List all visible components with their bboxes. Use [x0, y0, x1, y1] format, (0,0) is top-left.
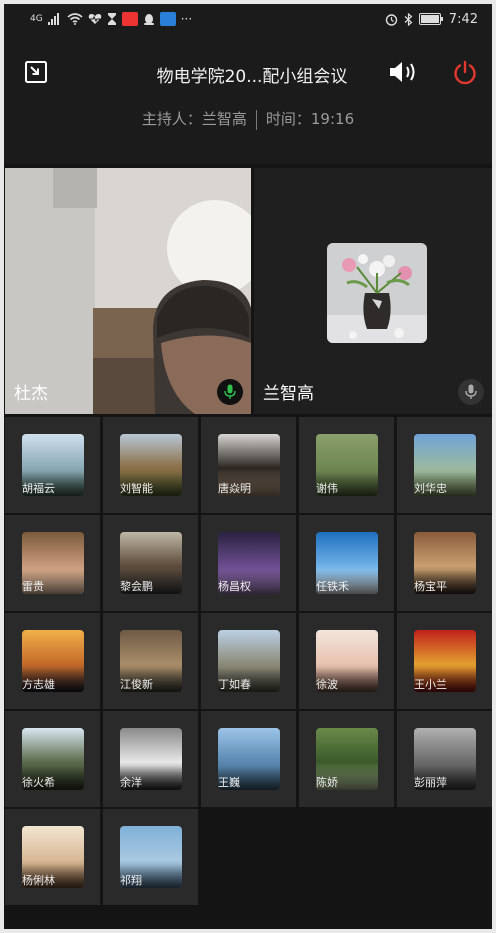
camera-feed: [5, 168, 251, 414]
participant-name: 刘智能: [120, 482, 153, 495]
participant-name: 徐火希: [22, 776, 55, 789]
participant-tile[interactable]: 刘智能: [103, 417, 198, 513]
participant-name: 兰智高: [263, 384, 314, 404]
main-video-area: 杜杰 兰智高: [4, 168, 492, 414]
video-tile-dujie[interactable]: 杜杰: [5, 168, 251, 414]
toutiao-app-icon: [121, 12, 138, 26]
participant-name: 杨昌权: [218, 580, 251, 593]
signal-icon: [47, 13, 59, 25]
bluetooth-icon: [404, 12, 413, 26]
participant-grid: 胡福云 刘智能 唐焱明 谢伟 刘华忠 雷贵 黎会鹏 杨昌权 任铁禾 杨宝平 方志雄 江俊新 丁如春 徐波王…: [4, 416, 492, 929]
speaker-button[interactable]: [388, 60, 420, 84]
minimize-window-icon: [25, 61, 47, 83]
meeting-header: 物电学院20...配小组会议 主持人：兰智高 时间：19:16: [4, 34, 492, 164]
participant-name: 王小兰: [414, 678, 447, 691]
participant-tile[interactable]: 谢伟: [299, 417, 394, 513]
participant-name: 任铁禾: [316, 580, 349, 593]
participant-name: 王巍: [218, 776, 240, 789]
meeting-title: 物电学院20...配小组会议: [156, 67, 348, 87]
participant-tile[interactable]: 余洋: [103, 711, 198, 807]
wifi-icon: [67, 13, 83, 25]
microphone-icon: [465, 384, 477, 399]
app-icon: [159, 12, 176, 26]
participant-name: 陈娇: [316, 776, 338, 789]
avatar-flower-vase: [327, 243, 427, 343]
participant-name: 彭丽萍: [414, 776, 447, 789]
battery-icon: [418, 13, 443, 25]
mic-status[interactable]: [217, 379, 243, 405]
divider: [255, 109, 257, 130]
participant-tile[interactable]: 王巍: [201, 711, 296, 807]
participant-tile[interactable]: 刘华忠: [397, 417, 492, 513]
participant-tile[interactable]: 徐波: [299, 613, 394, 709]
meeting-screen: 4G ··· 7:42 物电学院20...配小组会议 主持人：兰智高 时间：19…: [4, 4, 492, 929]
participant-name: 谢伟: [316, 482, 338, 495]
participant-name: 刘华忠: [414, 482, 447, 495]
more-notifications: ···: [180, 12, 193, 26]
leave-meeting-button[interactable]: [452, 60, 478, 86]
alarm-icon: [385, 13, 397, 26]
speaker-icon: [390, 62, 415, 82]
participant-name: 方志雄: [22, 678, 55, 691]
qq-icon: [143, 13, 154, 25]
participant-tile[interactable]: 任铁禾: [299, 515, 394, 611]
host-label: 主持人：兰智高: [141, 110, 247, 128]
participant-name: 黎会鹏: [120, 580, 153, 593]
participant-tile[interactable]: 胡福云: [5, 417, 100, 513]
participant-tile[interactable]: 王小兰: [397, 613, 492, 709]
microphone-active-icon: [224, 384, 236, 399]
participant-tile[interactable]: 彭丽萍: [397, 711, 492, 807]
participant-name: 杨宝平: [414, 580, 447, 593]
participant-tile[interactable]: 杨昌权: [201, 515, 296, 611]
hourglass-icon: [107, 13, 116, 25]
participant-tile[interactable]: 雷贵: [5, 515, 100, 611]
participant-tile[interactable]: 陈娇: [299, 711, 394, 807]
participant-tile[interactable]: 杨俐林: [5, 809, 100, 905]
minimize-button[interactable]: [24, 60, 48, 84]
participant-tile[interactable]: 杨宝平: [397, 515, 492, 611]
participant-tile[interactable]: 江俊新: [103, 613, 198, 709]
network-type: 4G: [30, 14, 43, 24]
mic-status[interactable]: [458, 379, 484, 405]
participant-tile[interactable]: 方志雄: [5, 613, 100, 709]
participant-tile[interactable]: 祁翔: [103, 809, 198, 905]
participant-name: 唐焱明: [218, 482, 251, 495]
participant-name: 祁翔: [120, 874, 142, 887]
participant-name: 胡福云: [22, 482, 55, 495]
status-bar: 4G ··· 7:42: [4, 4, 492, 34]
participant-name: 杜杰: [14, 384, 48, 404]
participant-tile[interactable]: 黎会鹏: [103, 515, 198, 611]
participant-tile[interactable]: 唐焱明: [201, 417, 296, 513]
meeting-time: 时间：19:16: [265, 110, 355, 128]
heart-rate-icon: [88, 14, 101, 24]
participant-name: 丁如春: [218, 678, 251, 691]
participant-name: 雷贵: [22, 580, 44, 593]
participant-name: 徐波: [316, 678, 338, 691]
participant-name: 余洋: [120, 776, 142, 789]
power-icon: [454, 60, 476, 85]
meeting-info: 主持人：兰智高 时间：19:16: [4, 108, 492, 130]
clock: 7:42: [448, 11, 478, 27]
participant-tile[interactable]: 丁如春: [201, 613, 296, 709]
participant-tile[interactable]: 徐火希: [5, 711, 100, 807]
participant-name: 杨俐林: [22, 874, 55, 887]
participant-name: 江俊新: [120, 678, 153, 691]
video-tile-lanzhigao[interactable]: 兰智高: [254, 168, 492, 414]
